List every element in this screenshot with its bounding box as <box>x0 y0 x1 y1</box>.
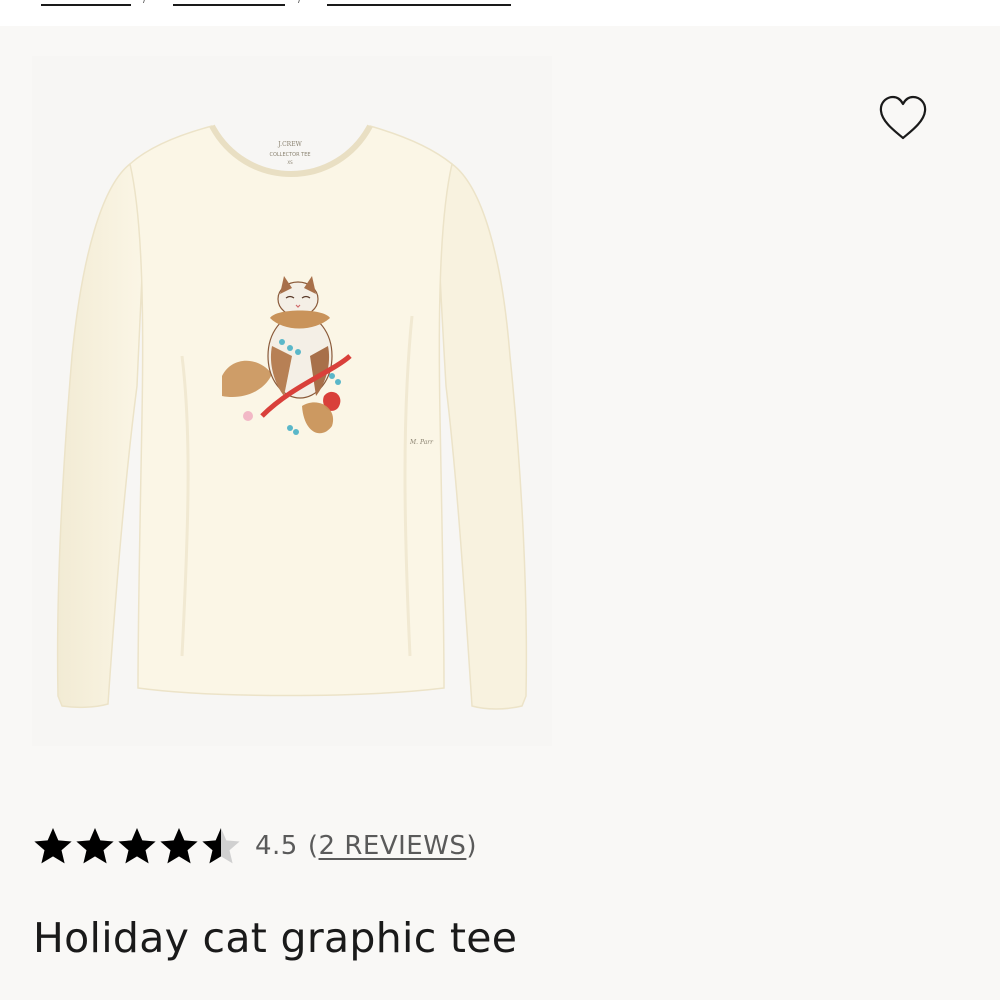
product-image[interactable]: J.CREW COLLECTOR TEE XS M. Parr <box>32 56 552 746</box>
tee-illustration: J.CREW COLLECTOR TEE XS M. Parr <box>56 124 528 710</box>
svg-text:J.CREW: J.CREW <box>277 141 302 148</box>
reviews-open-paren: ( <box>307 831 319 861</box>
product-title: Holiday cat graphic tee <box>33 914 518 962</box>
svg-text:M. Parr: M. Parr <box>409 439 434 446</box>
reviews-count-label: 2 REVIEWS <box>318 831 467 861</box>
breadcrumb-separator: / <box>298 0 301 5</box>
svg-text:XS: XS <box>287 160 293 165</box>
star-full-icon <box>118 828 156 864</box>
star-half-icon <box>202 828 240 864</box>
svg-text:COLLECTOR TEE: COLLECTOR TEE <box>269 152 310 158</box>
breadcrumb-link[interactable] <box>327 0 511 6</box>
star-full-icon <box>76 828 114 864</box>
heart-outline-icon <box>879 95 927 140</box>
star-full-icon <box>34 828 72 864</box>
breadcrumb-link[interactable] <box>173 0 285 6</box>
breadcrumb-separator: / <box>143 0 146 5</box>
star-rating <box>33 826 243 866</box>
reviews-close-paren: ) <box>466 831 478 861</box>
rating-row: 4.5 (2 REVIEWS) <box>33 821 477 871</box>
rating-value: 4.5 <box>255 831 298 861</box>
breadcrumb: / / <box>0 0 1000 26</box>
reviews-link[interactable]: (2 REVIEWS) <box>308 831 477 861</box>
breadcrumb-link[interactable] <box>41 0 131 6</box>
wishlist-button[interactable] <box>876 94 930 144</box>
product-page: / / J. <box>0 0 1000 1000</box>
star-full-icon <box>160 828 198 864</box>
product-panel: J.CREW COLLECTOR TEE XS M. Parr 4.5 (2 R… <box>0 26 1000 1000</box>
